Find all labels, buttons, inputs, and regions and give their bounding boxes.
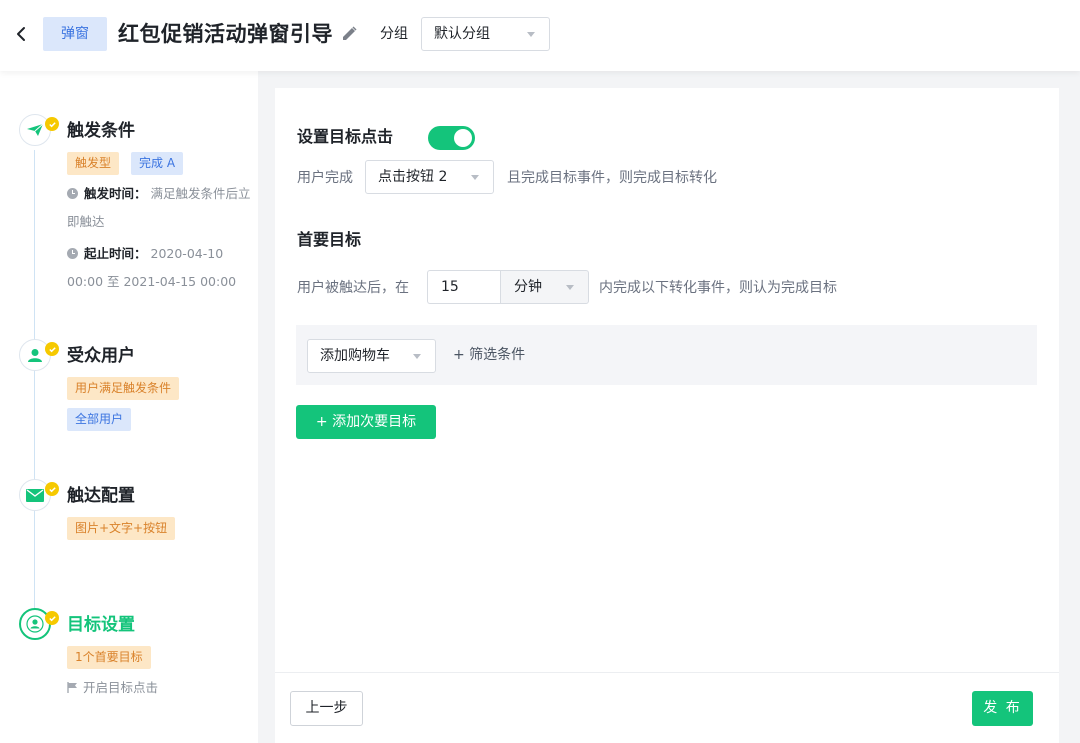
goal-note: 开启目标点击 <box>67 674 252 702</box>
tag-goal-count: 1个首要目标 <box>67 646 151 669</box>
trigger-time-label: 触发时间： <box>84 186 147 201</box>
steps-sidebar <box>0 71 258 743</box>
add-secondary-goal-button[interactable]: + 添加次要目标 <box>296 405 436 439</box>
tag-trigger-event: 完成 A <box>131 152 184 175</box>
primary-goal-title: 首要目标 <box>297 230 362 249</box>
previous-step-button[interactable]: 上一步 <box>290 691 363 726</box>
conversion-event-value: 添加购物车 <box>320 348 390 364</box>
group-label: 分组 <box>380 26 408 42</box>
tag-trigger-type: 触发型 <box>67 152 120 175</box>
clock-icon <box>67 188 78 199</box>
duration-unit-value: 分钟 <box>514 279 542 295</box>
check-icon <box>45 611 59 625</box>
check-icon <box>45 482 59 496</box>
group-select[interactable]: 默认分组 <box>421 17 550 51</box>
conversion-event-select[interactable]: 添加购物车 <box>307 339 436 373</box>
group-select-value: 默认分组 <box>434 26 490 42</box>
click-goal-toggle[interactable] <box>428 126 475 150</box>
back-arrow-icon[interactable] <box>14 24 28 44</box>
check-icon <box>45 117 59 131</box>
primary-goal-prefix: 用户被触达后，在 <box>297 280 409 296</box>
chevron-down-icon <box>471 175 479 180</box>
type-tag: 弹窗 <box>43 17 107 51</box>
clock-icon <box>67 248 78 259</box>
duration-unit-select[interactable]: 分钟 <box>500 270 589 304</box>
footer-divider <box>275 672 1059 673</box>
toggle-knob <box>454 129 472 147</box>
top-header: 弹窗 红包促销活动弹窗引导 分组 默认分组 <box>0 0 1080 71</box>
primary-goal-suffix: 内完成以下转化事件，则认为完成目标 <box>599 280 837 296</box>
click-goal-suffix: 且完成目标事件，则完成目标转化 <box>507 170 717 186</box>
timeline-line <box>34 150 35 610</box>
click-goal-title: 设置目标点击 <box>297 127 394 146</box>
click-goal-prefix: 用户完成 <box>297 170 353 186</box>
add-filter-button[interactable]: + 筛选条件 <box>453 345 525 365</box>
step-title-audience[interactable]: 受众用户 <box>67 344 135 368</box>
goal-note-text: 开启目标点击 <box>83 680 159 695</box>
page-title: 红包促销活动弹窗引导 <box>118 22 333 46</box>
step-title-trigger[interactable]: 触发条件 <box>67 119 135 143</box>
tag-audience-condition: 用户满足触发条件 <box>67 377 180 400</box>
duration-input[interactable]: 15 <box>427 270 501 304</box>
step-title-goal[interactable]: 目标设置 <box>67 613 135 637</box>
step-title-delivery[interactable]: 触达配置 <box>67 484 135 508</box>
check-icon <box>45 342 59 356</box>
chevron-down-icon <box>527 32 535 37</box>
publish-button[interactable]: 发 布 <box>972 691 1033 726</box>
period-label: 起止时间： <box>84 246 147 261</box>
click-event-value: 点击按钮 2 <box>378 169 448 185</box>
tag-delivery-content: 图片+文字+按钮 <box>67 517 176 540</box>
trigger-time-info: 触发时间： 满足触发条件后立即触达 <box>67 180 252 236</box>
period-info: 起止时间： 2020-04-10 00:00 至 2021-04-15 00:0… <box>67 240 252 296</box>
click-event-select[interactable]: 点击按钮 2 <box>365 160 494 194</box>
pencil-edit-icon[interactable] <box>340 25 358 43</box>
flag-icon <box>67 682 77 693</box>
chevron-down-icon <box>413 354 421 359</box>
chevron-down-icon <box>566 285 574 290</box>
tag-audience-scope: 全部用户 <box>67 408 132 431</box>
